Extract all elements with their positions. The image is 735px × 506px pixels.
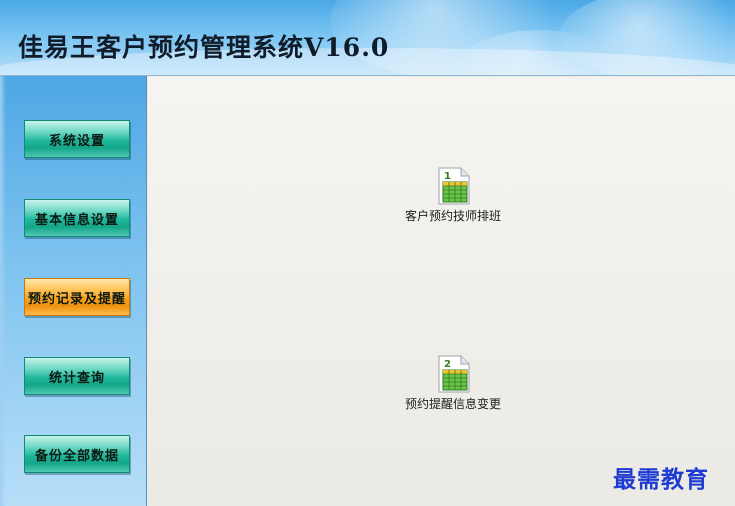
sidebar: 系统设置 基本信息设置 预约记录及提醒 统计查询 备份全部数据 — [0, 76, 147, 506]
sidebar-item-label: 统计查询 — [48, 370, 105, 386]
feature-label: 客户预约技师排班 — [405, 209, 502, 223]
sidebar-item-label: 预约记录及提醒 — [27, 291, 126, 307]
title-banner: 佳易王客户预约管理系统V16.0 — [0, 0, 735, 76]
icon-badge: 2 — [444, 359, 451, 370]
sidebar-item-statistics-query[interactable]: 统计查询 — [24, 357, 130, 395]
feature-label: 预约提醒信息变更 — [405, 397, 502, 411]
watermark-text: 最需教育 — [613, 466, 709, 493]
sidebar-item-label: 基本信息设置 — [34, 212, 119, 228]
sidebar-item-system-settings[interactable]: 系统设置 — [24, 120, 130, 158]
spreadsheet-icon: 2 — [438, 355, 470, 393]
sidebar-item-basic-info-settings[interactable]: 基本信息设置 — [24, 199, 130, 237]
sidebar-item-label: 备份全部数据 — [34, 448, 119, 464]
sidebar-item-appointment-records[interactable]: 预约记录及提醒 — [24, 278, 130, 316]
spreadsheet-icon: 1 — [438, 167, 470, 205]
icon-badge: 1 — [444, 171, 451, 182]
sidebar-item-backup-data[interactable]: 备份全部数据 — [24, 435, 130, 473]
main-panel: 1 客户预约技师排班 2 预约提醒信息变更 — [148, 77, 735, 506]
feature-technician-schedule[interactable]: 1 客户预约技师排班 — [405, 166, 501, 224]
app-title: 佳易王客户预约管理系统V16.0 — [18, 33, 390, 62]
sidebar-item-label: 系统设置 — [48, 133, 105, 149]
feature-reminder-change[interactable]: 2 预约提醒信息变更 — [405, 354, 501, 412]
